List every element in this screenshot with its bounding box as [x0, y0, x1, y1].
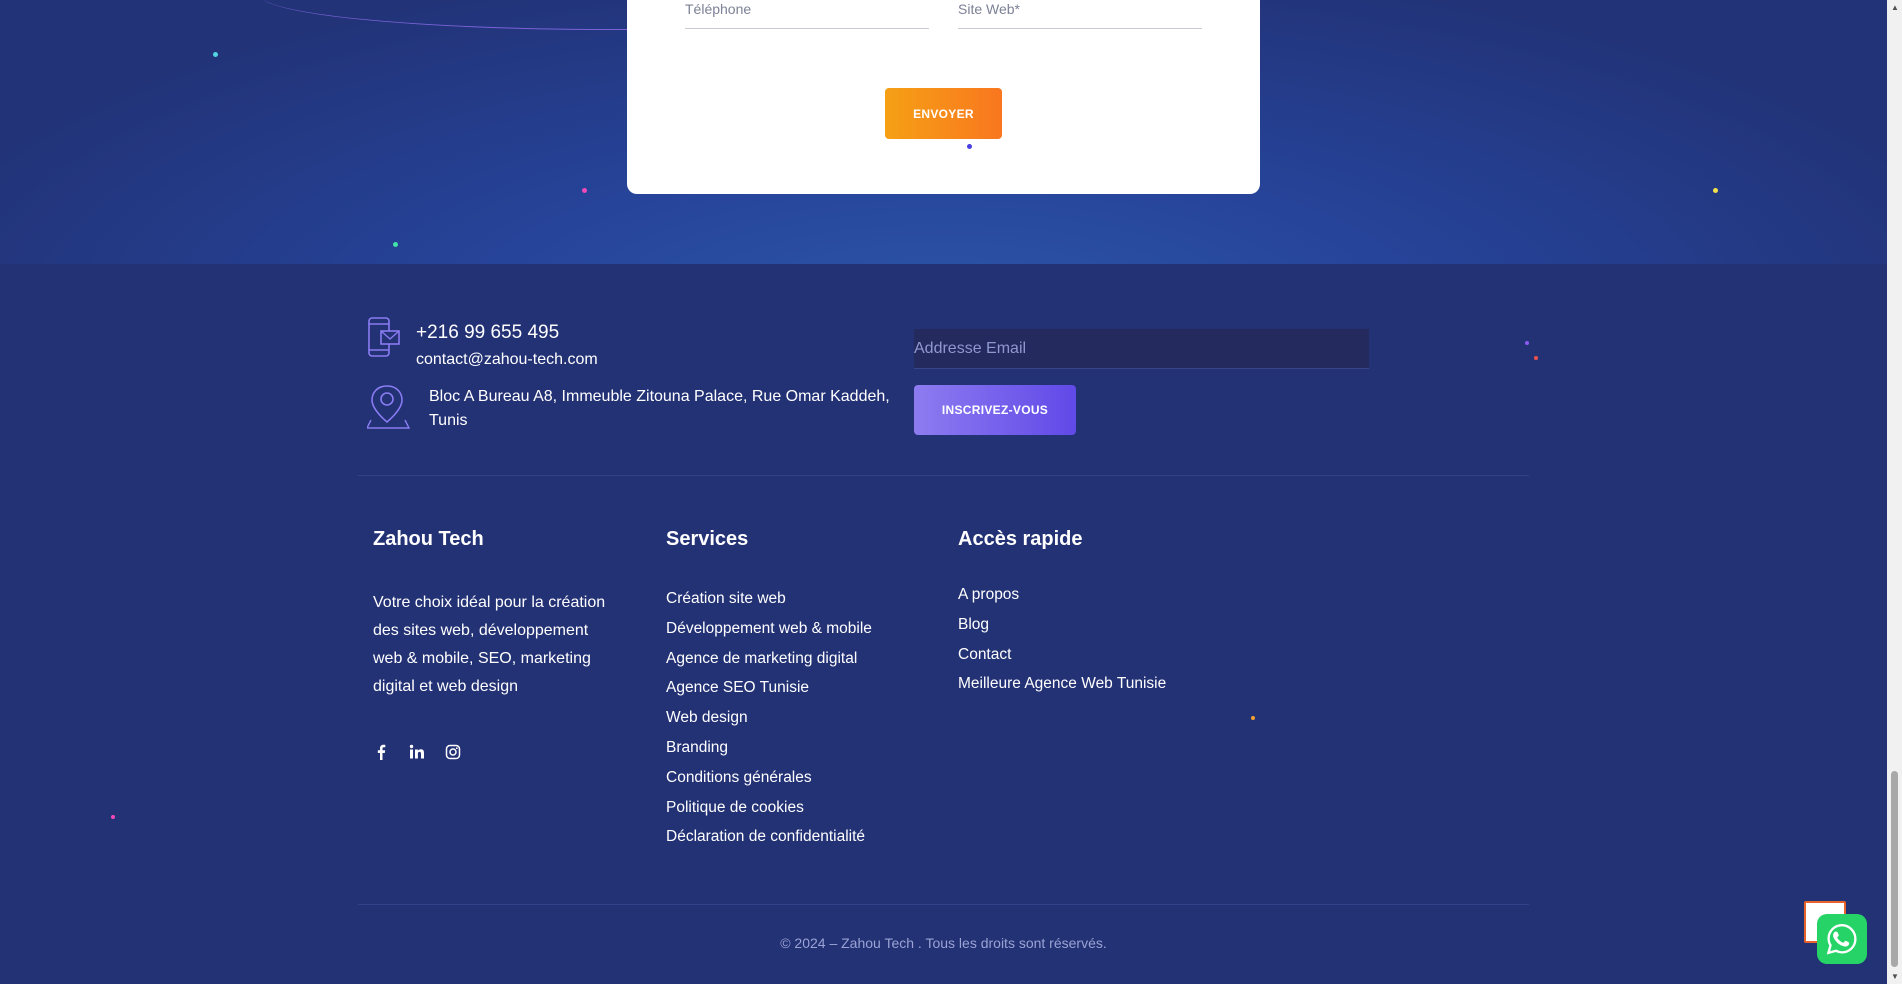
copyright-text: © 2024 – Zahou Tech . Tous les droits so… — [780, 935, 1107, 951]
services-link[interactable]: Politique de cookies — [666, 798, 872, 828]
about-title: Zahou Tech — [373, 528, 484, 550]
contact-email[interactable]: contact@zahou-tech.com — [416, 351, 598, 369]
newsletter-email-input[interactable]: Addresse Email — [914, 329, 1369, 369]
page-scrollbar[interactable]: ▲ ▼ — [1887, 0, 1902, 984]
decorative-dot — [1251, 716, 1255, 720]
scrollbar-thumb[interactable] — [1891, 771, 1898, 967]
services-list: Création site web Développement web & mo… — [666, 589, 872, 857]
scroll-down-icon[interactable]: ▼ — [1891, 972, 1899, 981]
contact-section: Téléphone Site Web* ENVOYER — [0, 0, 1887, 264]
services-link[interactable]: Développement web & mobile — [666, 619, 872, 649]
phone-field[interactable]: Téléphone — [685, 0, 929, 29]
about-text: Votre choix idéal pour la création des s… — [373, 594, 606, 695]
footer-bottom-divider — [358, 904, 1529, 905]
facebook-icon[interactable] — [373, 744, 389, 760]
services-link[interactable]: Web design — [666, 708, 872, 738]
website-field[interactable]: Site Web* — [958, 0, 1202, 29]
footer-divider — [358, 475, 1529, 476]
quick-access-link[interactable]: Blog — [958, 615, 1166, 645]
social-links — [373, 744, 461, 760]
decorative-dot — [111, 815, 115, 819]
whatsapp-icon — [1826, 924, 1857, 955]
contact-phone[interactable]: +216 99 655 495 — [416, 322, 559, 344]
decorative-dot — [1713, 188, 1718, 193]
decorative-dot — [967, 144, 972, 149]
whatsapp-button[interactable] — [1817, 914, 1867, 964]
phone-mail-icon — [368, 317, 400, 357]
decorative-dot — [213, 52, 218, 57]
contact-form: Téléphone Site Web* ENVOYER — [627, 0, 1260, 194]
services-link[interactable]: Conditions générales — [666, 768, 872, 798]
subscribe-button[interactable]: INSCRIVEZ-VOUS — [914, 385, 1076, 435]
location-pin-icon — [367, 385, 411, 429]
send-button[interactable]: ENVOYER — [885, 88, 1002, 139]
scroll-up-icon[interactable]: ▲ — [1891, 3, 1899, 12]
quick-access-list: A propos Blog Contact Meilleure Agence W… — [958, 585, 1166, 704]
decorative-dot — [1525, 341, 1529, 345]
services-link[interactable]: Agence de marketing digital — [666, 649, 872, 679]
linkedin-icon[interactable] — [409, 744, 425, 760]
services-link[interactable]: Agence SEO Tunisie — [666, 678, 872, 708]
quick-access-link[interactable]: Meilleure Agence Web Tunisie — [958, 674, 1166, 704]
decorative-dot — [582, 188, 587, 193]
services-link[interactable]: Création site web — [666, 589, 872, 619]
quick-access-title: Accès rapide — [958, 528, 1083, 550]
decorative-dot — [393, 242, 398, 247]
services-link[interactable]: Déclaration de confidentialité — [666, 827, 872, 857]
contact-address: Bloc A Bureau A8, Immeuble Zitouna Palac… — [429, 388, 890, 429]
decorative-dot — [1534, 356, 1538, 360]
quick-access-link[interactable]: Contact — [958, 645, 1166, 675]
instagram-icon[interactable] — [445, 744, 461, 760]
quick-access-link[interactable]: A propos — [958, 585, 1166, 615]
services-title: Services — [666, 528, 749, 550]
services-link[interactable]: Branding — [666, 738, 872, 768]
